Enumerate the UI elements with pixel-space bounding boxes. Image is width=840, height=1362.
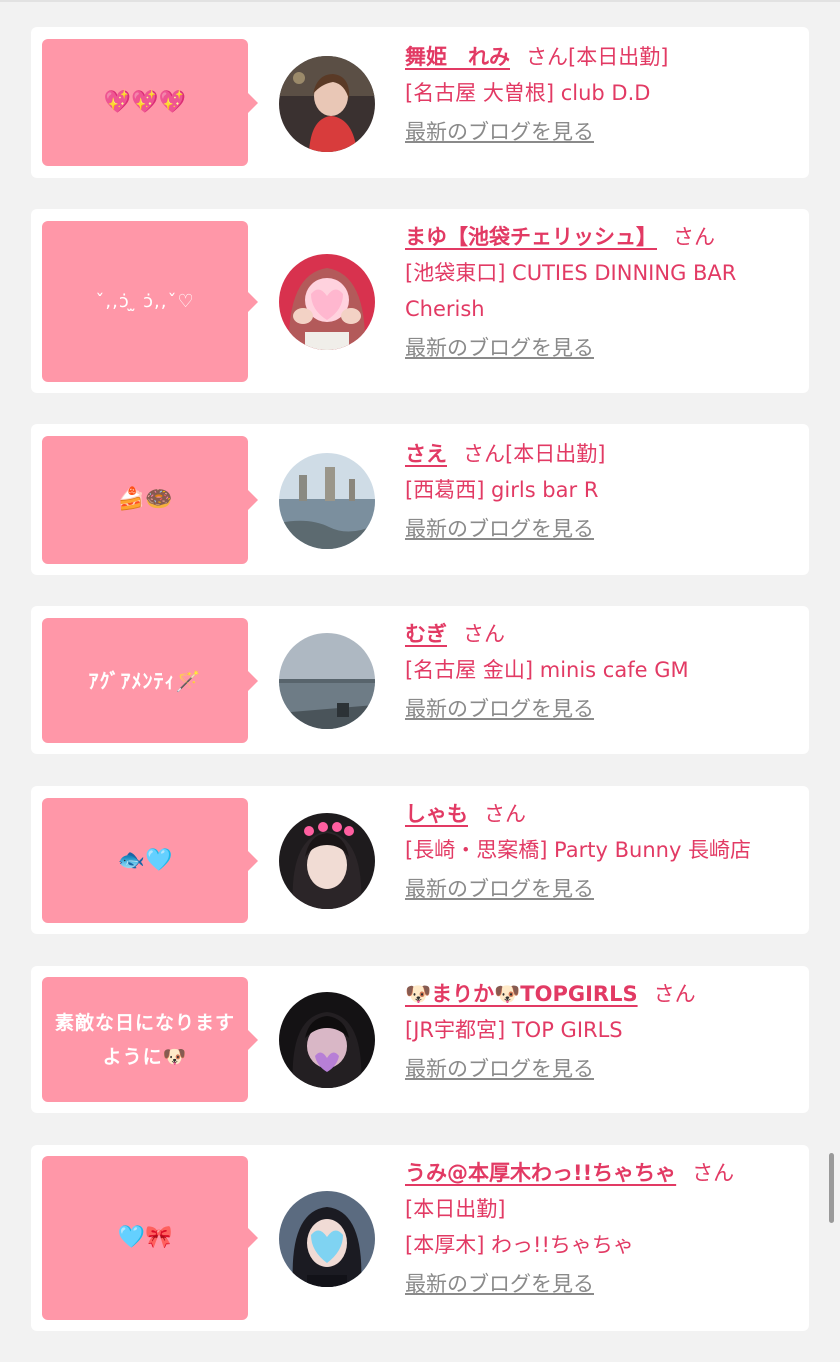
message-bubble: 素敵な日になりますように🐶 xyxy=(42,977,258,1102)
honorific: さん xyxy=(526,45,568,69)
girl-name-link[interactable]: しゃも xyxy=(405,802,468,826)
blog-card: 🩵🎀 うみ@本厚木わっ!!ちゃちゃ さん [本日出勤] [本厚木] わっ!!ちゃち… xyxy=(31,1145,809,1331)
shop-info: [本厚木] わっ!!ちゃちゃ xyxy=(405,1233,634,1257)
latest-blog-link[interactable]: 最新のブログを見る xyxy=(405,1054,594,1084)
blog-card: 🐟🩵 しゃも さん [長崎・思案橋] Party Bunny 長崎店 最新のブログ… xyxy=(31,786,809,934)
avatar[interactable] xyxy=(279,453,375,549)
avatar[interactable] xyxy=(279,992,375,1088)
shop-info: [JR宇都宮] TOP GIRLS xyxy=(405,1018,623,1042)
bubble-message: 💖💖💖 xyxy=(103,89,187,115)
latest-blog-link[interactable]: 最新のブログを見る xyxy=(405,874,594,904)
bubble-message: ˇ,,ↄ̇ ̫ ↄ̇,,ˇ♡ xyxy=(95,290,195,312)
blog-card: ｱｸﾞｱﾒﾝﾃｨ🪄 むぎ さん [名古屋 金山] minis cafe GM 最新… xyxy=(31,606,809,754)
message-bubble: 💖💖💖 xyxy=(42,39,258,166)
message-bubble: ˇ,,ↄ̇ ̫ ↄ̇,,ˇ♡ xyxy=(42,221,258,382)
message-bubble: 🍰🍩 xyxy=(42,436,258,564)
latest-blog-link[interactable]: 最新のブログを見る xyxy=(405,514,594,544)
girl-name-link[interactable]: 舞姫 れみ xyxy=(405,45,510,69)
girl-name-link[interactable]: むぎ xyxy=(405,622,447,646)
shop-info: [名古屋 大曽根] club D.D xyxy=(405,81,651,105)
honorific: さん xyxy=(692,1161,735,1185)
blog-card: 素敵な日になりますように🐶 🐶まりか🐶TOPGIRLS さん [JR宇都宮] TO… xyxy=(31,966,809,1113)
girl-name-link[interactable]: さえ xyxy=(405,442,447,466)
honorific: さん xyxy=(653,982,696,1006)
avatar[interactable] xyxy=(279,254,375,350)
message-bubble: 🩵🎀 xyxy=(42,1156,258,1320)
honorific: さん xyxy=(463,442,505,466)
girl-name-link[interactable]: まゆ【池袋チェリッシュ】 xyxy=(405,225,657,249)
shop-info: [西葛西] girls bar R xyxy=(405,478,599,502)
top-divider xyxy=(0,0,840,2)
bubble-message: 🩵🎀 xyxy=(117,1225,173,1250)
shop-info: [長崎・思案橋] Party Bunny 長崎店 xyxy=(405,838,752,862)
status-label: [本日出勤] xyxy=(505,442,606,466)
status-label: [本日出勤] xyxy=(405,1197,506,1221)
honorific: さん xyxy=(463,622,505,646)
shop-info: [池袋東口] CUTIES DINNING BAR Cherish xyxy=(405,261,737,321)
message-bubble: ｱｸﾞｱﾒﾝﾃｨ🪄 xyxy=(42,618,258,743)
latest-blog-link[interactable]: 最新のブログを見る xyxy=(405,694,594,724)
blog-card: 🍰🍩 さえ さん[本日出勤] [西葛西] girls bar R 最新のブログを見… xyxy=(31,424,809,575)
bubble-message: ｱｸﾞｱﾒﾝﾃｨ🪄 xyxy=(88,668,202,693)
girl-name-link[interactable]: 🐶まりか🐶TOPGIRLS xyxy=(405,982,638,1006)
avatar[interactable] xyxy=(279,813,375,909)
message-bubble: 🐟🩵 xyxy=(42,798,258,923)
bubble-message: 🍰🍩 xyxy=(117,487,173,512)
girl-name-link[interactable]: うみ@本厚木わっ!!ちゃちゃ xyxy=(405,1161,676,1185)
latest-blog-link[interactable]: 最新のブログを見る xyxy=(405,1269,594,1299)
scrollbar-thumb[interactable] xyxy=(829,1153,834,1223)
bubble-message: 🐟🩵 xyxy=(117,847,173,873)
avatar[interactable] xyxy=(279,633,375,729)
avatar[interactable] xyxy=(279,56,375,152)
blog-card: 💖💖💖 舞姫 れみ さん[本日出勤] [名古屋 大曽根] club D.D 最新の… xyxy=(31,27,809,178)
latest-blog-link[interactable]: 最新のブログを見る xyxy=(405,117,594,147)
honorific: さん xyxy=(673,225,715,249)
bubble-message: 素敵な日になりますように🐶 xyxy=(54,1011,235,1068)
latest-blog-link[interactable]: 最新のブログを見る xyxy=(405,333,594,363)
shop-info: [名古屋 金山] minis cafe GM xyxy=(405,658,689,682)
avatar[interactable] xyxy=(279,1191,375,1287)
honorific: さん xyxy=(484,802,526,826)
blog-card: ˇ,,ↄ̇ ̫ ↄ̇,,ˇ♡ まゆ【池袋チェリッシュ】 さん [池袋東口] CUT… xyxy=(31,209,809,393)
status-label: [本日出勤] xyxy=(568,45,669,69)
